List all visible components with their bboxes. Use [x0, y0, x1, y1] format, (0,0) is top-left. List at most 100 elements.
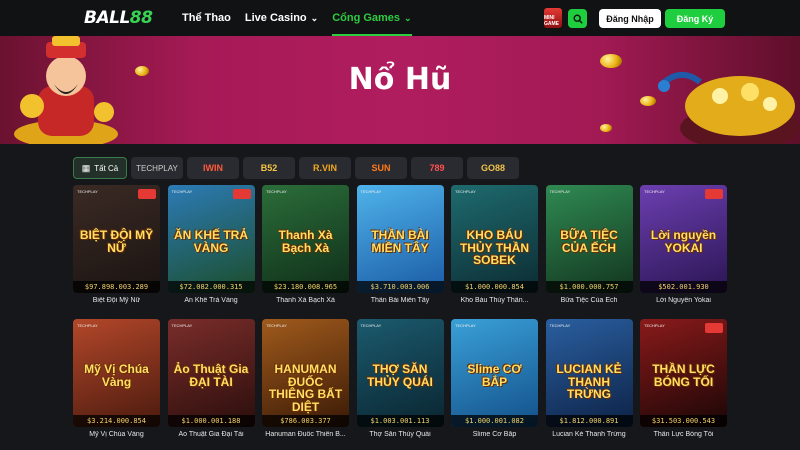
game-name[interactable]: Bữa Tiệc Của Ếch	[546, 297, 633, 304]
game-thumbnail[interactable]: TECHPLAY LUCIAN KẺ THANH TRỪNG $1.812.000.…	[545, 319, 633, 427]
game-name[interactable]: Biệt Đội Mỹ Nữ	[73, 297, 160, 304]
game-card[interactable]: TECHPLAY HANUMAN ĐUỐC THIÊNG BẤT DIỆT $786…	[262, 319, 349, 443]
game-card[interactable]: TECHPLAY THẦN LỰC BÓNG TỐI $31.503.000.543…	[640, 319, 727, 443]
hero-banner: Nổ Hũ	[0, 36, 800, 144]
nav-item-the-thao[interactable]: Thể Thao	[182, 0, 231, 36]
game-card[interactable]: TECHPLAY THẦN BÀI MIỀN TÂY $3.710.003.006 T…	[356, 185, 444, 309]
techplay-logo: TECHPLAY	[360, 323, 382, 328]
nav-item-cong-games[interactable]: Cổng Games ⌄	[332, 0, 412, 36]
jackpot-value: $1.000.000.854	[451, 281, 538, 293]
game-name[interactable]: Slime Cơ Bắp	[451, 431, 538, 438]
game-thumbnail[interactable]: TECHPLAY THẦN LỰC BÓNG TỐI $31.503.000.543	[640, 319, 727, 427]
search-button[interactable]	[568, 9, 587, 28]
main-nav: Thể Thao Live Casino ⌄ Cổng Games ⌄	[182, 0, 412, 36]
game-card[interactable]: TECHPLAY Slime CƠ BẮP $1.000.001.082 Slime …	[451, 319, 538, 443]
game-thumbnail[interactable]: TECHPLAY Slime CƠ BẮP $1.000.001.082	[451, 319, 538, 427]
game-thumbnail[interactable]: TECHPLAY BỮA TIỆC CỦA ẾCH $1.000.000.757	[545, 185, 633, 293]
game-art-title: HANUMAN ĐUỐC THIÊNG BẤT DIỆT	[268, 362, 343, 414]
game-thumbnail[interactable]: TECHPLAY Mỹ Vị Chúa Vàng $3.214.000.854	[73, 319, 160, 427]
game-thumbnail[interactable]: TECHPLAY Lời nguyền YOKAI $502.001.930	[640, 185, 727, 293]
filter-rvin[interactable]: R.VIN	[299, 157, 351, 179]
provider-filters: ▦ Tất Cả TECHPLAY IWIN B52 R.VIN SUN 789…	[73, 157, 519, 179]
techplay-logo: TECHPLAY	[360, 189, 382, 194]
game-card[interactable]: TECHPLAY Ảo Thuật Gia ĐẠI TÀI $1.000.001.1…	[167, 319, 255, 443]
jackpot-value: $1.000.001.188	[167, 415, 255, 427]
game-thumbnail[interactable]: TECHPLAY Ảo Thuật Gia ĐẠI TÀI $1.000.001.1…	[167, 319, 255, 427]
jackpot-badge-icon	[232, 189, 251, 199]
game-card[interactable]: TECHPLAY Thanh Xà Bạch Xà $23.180.008.965 T…	[262, 185, 349, 309]
game-card[interactable]: TECHPLAY BIỆT ĐỘI MỸ NỮ $97.898.003.289 Biệ…	[73, 185, 160, 309]
game-card[interactable]: TECHPLAY BỮA TIỆC CỦA ẾCH $1.000.000.757 Bữ…	[545, 185, 633, 309]
game-name[interactable]: Mỹ Vị Chúa Vàng	[73, 431, 160, 438]
game-art-title: Ảo Thuật Gia ĐẠI TÀI	[173, 362, 249, 389]
filter-label: IWIN	[203, 163, 223, 173]
game-card[interactable]: TECHPLAY Mỹ Vị Chúa Vàng $3.214.000.854 Mỹ …	[73, 319, 160, 443]
game-card[interactable]: TECHPLAY LUCIAN KẺ THANH TRỪNG $1.812.000.…	[545, 319, 633, 443]
filter-go88[interactable]: GO88	[467, 157, 519, 179]
jackpot-value: $1.000.001.082	[451, 415, 538, 427]
techplay-logo: TECHPLAY	[77, 323, 98, 328]
game-name[interactable]: Ảo Thuật Gia Đại Tài	[168, 431, 255, 438]
game-card[interactable]: TECHPLAY ĂN KHẾ TRẢ VÀNG $72.082.000.315 Ăn…	[167, 185, 255, 309]
jackpot-value: $31.503.000.543	[640, 415, 727, 427]
game-art-title: Thanh Xà Bạch Xà	[278, 228, 333, 255]
jackpot-value: $502.001.930	[640, 281, 727, 293]
game-art-title: ĂN KHẾ TRẢ VÀNG	[174, 228, 248, 255]
game-name[interactable]: Kho Báu Thủy Thần...	[451, 297, 538, 304]
game-art-title: THẦN BÀI MIỀN TÂY	[371, 228, 429, 255]
game-name[interactable]: Thần Lực Bóng Tối	[640, 431, 727, 438]
game-card[interactable]: TECHPLAY THỢ SĂN THỦY QUÁI $1.003.001.113 T…	[356, 319, 444, 443]
nav-item-live-casino[interactable]: Live Casino ⌄	[245, 0, 318, 36]
techplay-logo: TECHPLAY	[455, 323, 476, 328]
game-card[interactable]: TECHPLAY Lời nguyền YOKAI $502.001.930 Lời …	[640, 185, 727, 309]
filter-789[interactable]: 789	[411, 157, 463, 179]
game-thumbnail[interactable]: TECHPLAY THỢ SĂN THỦY QUÁI $1.003.001.113	[356, 319, 444, 427]
nav-item-label: Live Casino	[244, 12, 307, 24]
filter-b52[interactable]: B52	[243, 157, 295, 179]
game-thumbnail[interactable]: TECHPLAY HANUMAN ĐUỐC THIÊNG BẤT DIỆT $786…	[262, 319, 349, 427]
game-thumbnail[interactable]: TECHPLAY Thanh Xà Bạch Xà $23.180.008.965	[262, 185, 349, 293]
game-art-title: Slime CƠ BẮP	[467, 362, 522, 389]
filter-iwin[interactable]: IWIN	[187, 157, 239, 179]
login-button[interactable]: Đăng Nhập	[599, 9, 661, 28]
game-name[interactable]: Thợ Săn Thủy Quái	[357, 431, 444, 438]
techplay-logo: TECHPLAY	[171, 323, 193, 328]
game-art-title: BỮA TIỆC CỦA ẾCH	[560, 228, 618, 255]
game-name[interactable]: Hanuman Đuốc Thiên B...	[262, 431, 349, 438]
game-name[interactable]: Thanh Xà Bạch Xà	[262, 297, 349, 304]
game-card[interactable]: TECHPLAY KHO BÁU THỦY THẦN SOBEK $1.000.00…	[451, 185, 538, 309]
game-art-title: Mỹ Vị Chúa Vàng	[84, 362, 149, 389]
filter-label: SUN	[371, 163, 391, 173]
game-thumbnail[interactable]: TECHPLAY KHO BÁU THỦY THẦN SOBEK $1.000.00…	[451, 185, 538, 293]
mini-game-icon[interactable]: MINI GAME	[544, 8, 562, 28]
filter-techplay[interactable]: TECHPLAY	[131, 157, 183, 179]
game-art-title: THẦN LỰC BÓNG TỐI	[652, 362, 715, 389]
jackpot-value: $23.180.008.965	[262, 281, 349, 293]
mini-game-label: MINI GAME	[544, 15, 559, 27]
filter-label: B52	[260, 163, 278, 173]
techplay-logo: TECHPLAY	[549, 323, 571, 328]
game-name[interactable]: Lời Nguyền Yokai	[640, 297, 727, 304]
jackpot-badge-icon	[705, 323, 723, 333]
nav-item-label: Cổng Games	[332, 12, 401, 24]
game-art-title: LUCIAN KẺ THANH TRỪNG	[556, 362, 622, 402]
ball88-logo[interactable]: BALL88	[84, 8, 153, 28]
filter-all-label: Tất Cả	[94, 163, 119, 173]
game-thumbnail[interactable]: TECHPLAY BIỆT ĐỘI MỸ NỮ $97.898.003.289	[73, 185, 160, 293]
coin-icon	[600, 124, 612, 132]
game-name[interactable]: Lucian Kẻ Thanh Trừng	[546, 431, 633, 438]
game-art-title: KHO BÁU THỦY THẦN SOBEK	[459, 228, 530, 268]
register-button[interactable]: Đăng Ký	[665, 9, 725, 28]
techplay-logo: TECHPLAY	[171, 189, 193, 194]
game-name[interactable]: Ăn Khế Trả Vàng	[168, 297, 255, 304]
filter-sun[interactable]: SUN	[355, 157, 407, 179]
game-thumbnail[interactable]: TECHPLAY ĂN KHẾ TRẢ VÀNG $72.082.000.315	[167, 185, 255, 293]
page-title: Nổ Hũ	[348, 62, 452, 97]
game-name[interactable]: Thần Bài Miền Tây	[357, 297, 444, 304]
logo-main: BALL	[84, 8, 130, 28]
techplay-logo: TECHPLAY	[549, 189, 571, 194]
game-thumbnail[interactable]: TECHPLAY THẦN BÀI MIỀN TÂY $3.710.003.006	[356, 185, 444, 293]
filter-all[interactable]: ▦ Tất Cả	[73, 157, 127, 179]
techplay-logo: TECHPLAY	[644, 189, 665, 194]
filter-label: R.VIN	[312, 163, 337, 173]
